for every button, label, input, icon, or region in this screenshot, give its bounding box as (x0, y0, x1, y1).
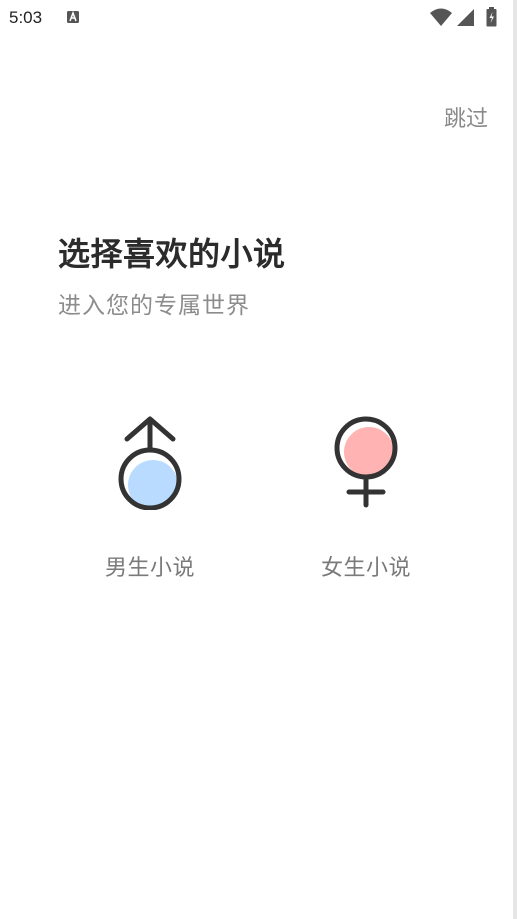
female-symbol-icon (334, 416, 398, 508)
female-novels-label: 女生小说 (320, 556, 411, 581)
page-title: 选择喜欢的小说 (58, 235, 286, 273)
status-icons (429, 7, 503, 27)
wifi-icon (430, 8, 452, 26)
window-edge (513, 0, 517, 919)
skip-button[interactable]: 跳过 (444, 101, 488, 133)
female-novels-option[interactable]: 女生小说 (291, 410, 441, 590)
gender-selection-screen: 5:03 跳过 选择喜欢的小说 进入您的专属世界 男生小说 女生小说 (0, 0, 517, 919)
signal-icon (457, 9, 474, 26)
male-novels-option[interactable]: 男生小说 (75, 410, 225, 590)
page-subtitle: 进入您的专属世界 (58, 293, 250, 319)
a-letter-icon (67, 10, 79, 23)
male-novels-label: 男生小说 (104, 556, 195, 581)
status-time: 5:03 (9, 8, 43, 27)
male-symbol-icon (118, 416, 182, 510)
status-bar: 5:03 (0, 0, 513, 36)
battery-icon (486, 7, 497, 27)
